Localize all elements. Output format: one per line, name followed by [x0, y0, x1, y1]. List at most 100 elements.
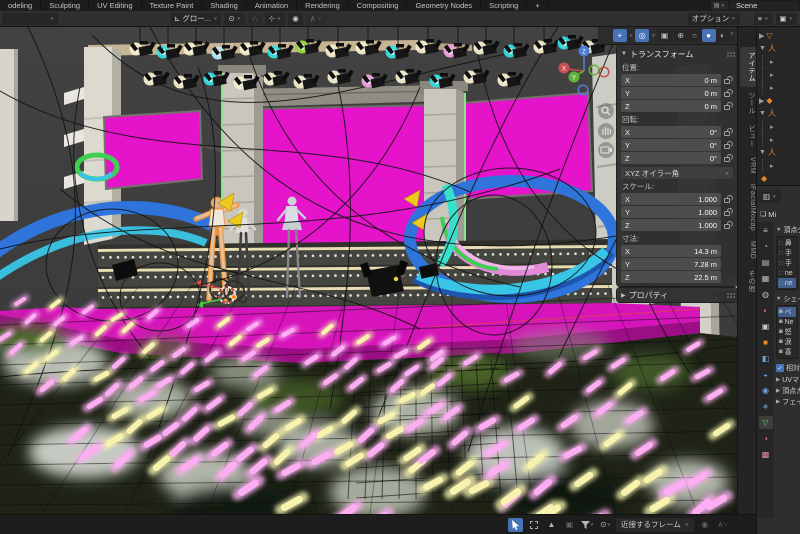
value-field[interactable]: Y0 m — [621, 87, 721, 99]
workspace-tab-odeling[interactable]: odeling — [0, 0, 41, 11]
tweak-tool-button[interactable] — [508, 518, 523, 532]
orientation-dropdown[interactable]: ⊾グロー...∨ — [170, 13, 221, 25]
lock-icon[interactable] — [724, 105, 730, 110]
xray-toggle[interactable]: ▣ — [658, 29, 672, 42]
proportional-edit-toggle[interactable]: ◉ — [288, 13, 303, 25]
list-item[interactable]: ∷手 — [778, 258, 796, 268]
shape-keys-header[interactable]: ▼シェイプキー — [776, 293, 800, 304]
snap-settings-dropdown[interactable]: ⊹∨ — [265, 13, 286, 25]
value-field[interactable]: Y1.000 — [621, 206, 721, 218]
list-item[interactable]: ∷ne — [778, 268, 796, 278]
workspace-tab-uv-editing[interactable]: UV Editing — [89, 0, 141, 11]
snap-target-button[interactable]: ⊙∨ — [598, 518, 613, 532]
filter-button[interactable]: ∨ — [580, 518, 595, 532]
collapsed-panel-UVマップ[interactable]: ▶UVマップ — [776, 374, 800, 385]
value-field[interactable]: Z0° — [621, 152, 721, 164]
properties-tab-view-layer[interactable]: ▦ — [759, 272, 773, 285]
scene-browse-button[interactable]: ▤∨ — [711, 1, 728, 10]
scene-name-field[interactable]: Scene — [730, 1, 798, 10]
gizmo-dropdown[interactable]: ∨ — [629, 33, 633, 38]
workspace-tab-shading[interactable]: Shading — [202, 0, 247, 11]
relative-checkbox-row[interactable]: ✓ 相対 — [776, 362, 800, 374]
falloff-dropdown[interactable]: ∧∨ — [306, 13, 326, 25]
properties-tab-material[interactable]: ◑ — [759, 432, 773, 445]
value-field[interactable]: X14.3 m — [621, 245, 721, 257]
properties-tab-render[interactable]: ◔ — [759, 240, 773, 253]
box-select-tool-button[interactable] — [526, 518, 541, 532]
properties-tab-scene[interactable]: ◍ — [759, 288, 773, 301]
value-field[interactable]: X0 m — [621, 74, 721, 86]
list-item[interactable]: ◙Ne — [778, 317, 796, 327]
collapsed-panel-頂点カラー[interactable]: ▶頂点カラー — [776, 385, 800, 396]
workspace-tab-geometry-nodes[interactable]: Geometry Nodes — [407, 0, 481, 11]
outliner-row[interactable]: ▶▽ — [757, 29, 800, 42]
properties-tab-object[interactable]: ■ — [759, 336, 773, 349]
normalize-button[interactable]: ▣ — [562, 518, 577, 532]
outliner-row[interactable]: ▸ — [762, 133, 800, 146]
outliner-row[interactable]: ▸ — [762, 81, 800, 94]
zoom-button[interactable] — [598, 103, 614, 119]
outliner-row[interactable]: ▸ — [762, 120, 800, 133]
list-item[interactable]: ◙怒 — [778, 327, 796, 337]
properties-tab-texture[interactable]: ▩ — [759, 448, 773, 461]
workspace-tab-scripting[interactable]: Scripting — [481, 0, 527, 11]
pivot-dropdown[interactable]: ⊙∨ — [224, 13, 245, 25]
outliner-display-button[interactable]: ▣∨ — [776, 13, 798, 25]
lock-icon[interactable] — [724, 211, 730, 216]
rotation-mode-dropdown[interactable]: XYZ オイラー角∨ — [621, 167, 733, 179]
outliner-row[interactable]: ◆ — [757, 172, 800, 185]
list-item[interactable]: ∷手 — [778, 248, 796, 258]
checkbox-checked-icon[interactable]: ✓ — [776, 364, 784, 372]
outliner-row[interactable]: ▼人 — [757, 42, 800, 55]
panel-grip-icon[interactable] — [727, 293, 729, 295]
shading-material-button[interactable]: ● — [702, 29, 716, 42]
snap-toggle[interactable]: ∩ — [248, 13, 261, 25]
list-item[interactable]: ∷ne — [778, 278, 796, 288]
lock-icon[interactable] — [724, 224, 730, 229]
panel-grip-icon[interactable] — [727, 52, 729, 54]
outliner-row[interactable]: ▼人 — [757, 146, 800, 159]
shading-dropdown[interactable]: ∨ — [730, 31, 734, 40]
lock-icon[interactable] — [724, 198, 730, 203]
overlays-toggle[interactable]: ◎ — [635, 29, 649, 42]
camera-view-button[interactable] — [598, 142, 614, 158]
sidebar-tab-アイテム[interactable]: アイテム — [740, 47, 756, 87]
list-item[interactable]: ◙ベ — [778, 307, 796, 317]
proportional-edit-button[interactable]: ◉ — [697, 518, 712, 532]
outliner[interactable]: ▶▽▼人▸▸▸▶◆▼人▸▸▼人▸◆ — [756, 27, 800, 185]
list-item[interactable]: ◙喜 — [778, 347, 796, 357]
lock-icon[interactable] — [724, 131, 730, 136]
value-field[interactable]: Y0° — [621, 139, 721, 151]
lock-icon[interactable] — [724, 144, 730, 149]
vertex-groups-list[interactable]: ∷鼻∷手∷手∷ne∷ne — [776, 236, 798, 290]
sidebar-tab-iFacialMocap[interactable]: iFacialMocap — [740, 179, 756, 236]
falloff-button[interactable]: ∧∨ — [715, 518, 730, 532]
sidebar-tab-ツール[interactable]: ツール — [740, 87, 756, 120]
sidebar-tab-VRM[interactable]: VRM — [740, 152, 756, 179]
editor-type-button[interactable]: ▥∨ — [759, 190, 781, 203]
outliner-row[interactable]: ▸ — [762, 159, 800, 172]
outliner-row[interactable]: ▶◆ — [757, 94, 800, 107]
lock-icon[interactable] — [724, 79, 730, 84]
overlays-dropdown[interactable]: ∨ — [651, 33, 655, 38]
list-item[interactable]: ◙涙 — [778, 337, 796, 347]
outliner-row[interactable]: ▸ — [762, 68, 800, 81]
properties-tab-output[interactable]: ▤ — [759, 256, 773, 269]
transform-panel-header[interactable]: ▼ トランスフォーム — [621, 48, 733, 60]
properties-tab-object-data[interactable]: ▽ — [759, 416, 773, 429]
outliner-row[interactable]: ▸ — [762, 55, 800, 68]
shading-rendered-button[interactable]: ◐ — [716, 29, 730, 42]
workspace-tab-sculpting[interactable]: Sculpting — [41, 0, 89, 11]
properties-tab-particles[interactable]: ∗ — [759, 400, 773, 413]
properties-tab-tool[interactable]: ≡ — [759, 224, 773, 237]
shading-wireframe-button[interactable]: ⊕ — [674, 29, 688, 42]
shape-keys-list[interactable]: ◙ベ◙Ne◙怒◙涙◙喜 — [776, 305, 798, 359]
sidebar-tab-その他[interactable]: その他 — [740, 265, 756, 298]
properties-tab-collection[interactable]: ▣ — [759, 320, 773, 333]
properties-tab-physics[interactable]: ◒ — [759, 368, 773, 381]
outliner-filter-button[interactable]: ≡∨ — [754, 13, 773, 25]
shading-solid-button[interactable]: ○ — [688, 29, 702, 42]
value-field[interactable]: X0° — [621, 126, 721, 138]
gizmo-toggle[interactable]: + — [613, 29, 627, 42]
pan-button[interactable] — [598, 123, 614, 139]
